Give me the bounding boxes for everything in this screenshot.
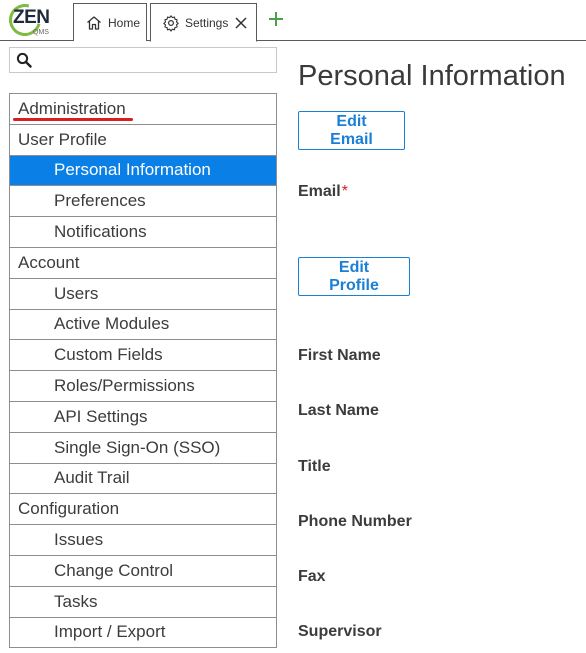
sidebar-item-administration[interactable]: Administration	[10, 94, 276, 125]
sidebar-item-label: Custom Fields	[54, 345, 163, 365]
sidebar-item-users[interactable]: Users	[10, 278, 276, 310]
home-icon	[85, 14, 103, 32]
fax-label: Fax	[298, 568, 326, 585]
sidebar-item-roles-permissions[interactable]: Roles/Permissions	[10, 371, 276, 402]
sidebar-item-change-control[interactable]: Change Control	[10, 555, 276, 587]
sidebar-item-custom-fields[interactable]: Custom Fields	[10, 340, 276, 372]
email-label-text: Email	[298, 183, 341, 200]
sidebar-item-preferences[interactable]: Preferences	[10, 186, 276, 218]
sidebar-item-label: Account	[18, 252, 80, 272]
sidebar-item-user-profile[interactable]: User Profile	[10, 124, 276, 156]
sidebar-item-label: User Profile	[18, 129, 107, 149]
page-title: Personal Information	[298, 60, 566, 92]
sidebar-item-label: Single Sign-On (SSO)	[54, 437, 221, 457]
first-name-label: First Name	[298, 347, 381, 364]
zen-qms-logo[interactable]: ZEN QMS	[3, 0, 65, 42]
edit-email-button[interactable]: Edit Email	[298, 111, 405, 150]
last-name-label: Last Name	[298, 402, 379, 419]
sidebar-item-audit-trail[interactable]: Audit Trail	[10, 463, 276, 495]
sidebar-item-import-export[interactable]: Import / Export	[10, 617, 276, 649]
tab-settings-label: Settings	[185, 15, 229, 30]
sidebar-item-notifications[interactable]: Notifications	[10, 217, 276, 248]
sidebar-item-label: Tasks	[54, 591, 98, 611]
tab-home-label: Home	[108, 15, 141, 30]
sidebar-item-active-modules[interactable]: Active Modules	[10, 309, 276, 341]
search-input[interactable]	[38, 50, 274, 70]
search-box[interactable]	[9, 47, 277, 73]
sidebar-item-label: Users	[54, 283, 99, 303]
edit-profile-button[interactable]: Edit Profile	[298, 257, 410, 296]
sidebar-item-label: Audit Trail	[54, 468, 130, 488]
tab-settings[interactable]: Settings	[150, 3, 257, 42]
settings-nav: Administration User Profile Personal Infor…	[9, 93, 277, 649]
sidebar-item-account[interactable]: Account	[10, 247, 276, 279]
search-icon	[16, 52, 32, 68]
sidebar-item-label: Administration	[18, 98, 126, 118]
title-label: Title	[298, 458, 331, 475]
top-tab-bar: ZEN QMS Home Settings	[0, 0, 586, 42]
gear-icon	[162, 14, 180, 32]
sidebar-item-label: Notifications	[54, 222, 147, 242]
sidebar-item-api-settings[interactable]: API Settings	[10, 401, 276, 433]
logo-text: ZEN	[13, 7, 50, 28]
sidebar-item-personal-information[interactable]: Personal Information	[10, 155, 276, 187]
annotation-underline	[13, 117, 133, 121]
tab-home[interactable]: Home	[73, 3, 147, 41]
sidebar-item-label: API Settings	[54, 406, 148, 426]
sidebar-item-label: Personal Information	[54, 160, 211, 180]
sidebar-item-single-sign-on-sso[interactable]: Single Sign-On (SSO)	[10, 432, 276, 464]
sidebar-item-label: Active Modules	[54, 314, 170, 334]
supervisor-label: Supervisor	[298, 623, 382, 640]
sidebar-item-label: Configuration	[18, 499, 120, 519]
sidebar-item-tasks[interactable]: Tasks	[10, 586, 276, 618]
plus-icon[interactable]	[265, 8, 287, 30]
sidebar-item-label: Issues	[54, 530, 104, 550]
sidebar-item-label: Roles/Permissions	[54, 376, 195, 396]
email-label: Email*	[298, 183, 348, 201]
sidebar-item-issues[interactable]: Issues	[10, 525, 276, 556]
close-icon[interactable]	[234, 16, 248, 30]
logo-subtext: QMS	[33, 29, 49, 36]
sidebar-item-label: Import / Export	[54, 622, 166, 642]
sidebar-item-label: Change Control	[54, 560, 174, 580]
phone-number-label: Phone Number	[298, 513, 412, 530]
sidebar-item-label: Preferences	[54, 191, 146, 211]
sidebar-item-configuration[interactable]: Configuration	[10, 494, 276, 526]
required-marker: *	[341, 183, 348, 200]
